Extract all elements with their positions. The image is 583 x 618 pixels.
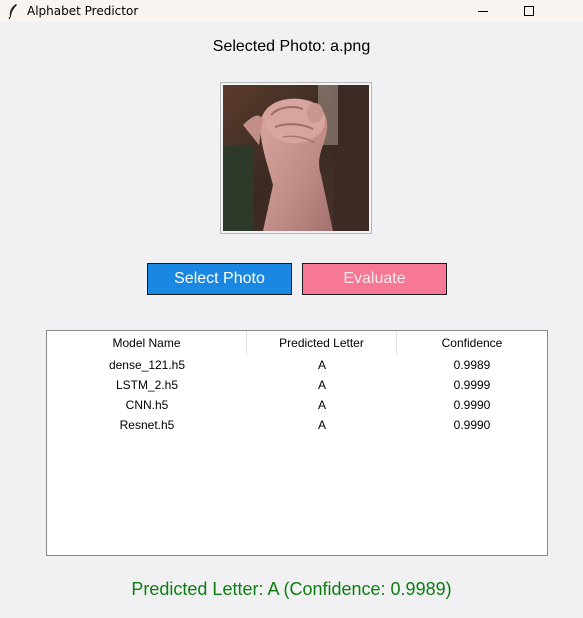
select-photo-button[interactable]: Select Photo (147, 263, 292, 295)
cell-model-name: dense_121.h5 (108, 358, 186, 372)
window-title: Alphabet Predictor (27, 4, 139, 18)
cell-predicted-letter: A (317, 378, 326, 392)
cell-confidence: 0.9989 (453, 358, 491, 372)
maximize-button[interactable] (506, 0, 552, 22)
selected-photo-label: Selected Photo: a.png (212, 38, 371, 55)
cell-predicted-letter: A (317, 358, 326, 372)
minimize-icon (478, 11, 488, 12)
cell-confidence: 0.9990 (453, 418, 491, 432)
cell-predicted-letter: A (317, 418, 326, 432)
minimize-button[interactable] (460, 0, 506, 22)
cell-confidence: 0.9999 (453, 378, 491, 392)
table-row[interactable]: dense_121.h5 A 0.9989 (47, 355, 547, 375)
table-row[interactable]: LSTM_2.h5 A 0.9999 (47, 375, 547, 395)
cell-model-name: CNN.h5 (125, 398, 169, 412)
photo-preview-frame (220, 82, 372, 234)
feather-icon (8, 4, 17, 19)
cell-predicted-letter: A (317, 398, 326, 412)
table-header: Model Name Predicted Letter Confidence (47, 331, 547, 355)
title-bar: Alphabet Predictor (0, 0, 583, 22)
cell-confidence: 0.9990 (453, 398, 491, 412)
maximize-icon (524, 6, 534, 16)
hand-sign-photo (223, 85, 369, 231)
cell-model-name: LSTM_2.h5 (115, 378, 179, 392)
column-header-confidence[interactable]: Confidence (397, 331, 547, 355)
table-row[interactable]: CNN.h5 A 0.9990 (47, 395, 547, 415)
prediction-result-label: Predicted Letter: A (Confidence: 0.9989) (131, 579, 452, 599)
cell-model-name: Resnet.h5 (119, 418, 175, 432)
evaluate-button[interactable]: Evaluate (302, 263, 447, 295)
table-row[interactable]: Resnet.h5 A 0.9990 (47, 415, 547, 435)
results-table: Model Name Predicted Letter Confidence d… (46, 330, 548, 556)
column-header-predicted-letter[interactable]: Predicted Letter (247, 331, 397, 355)
app-window: Alphabet Predictor Selected Photo: a.png (0, 0, 583, 618)
column-header-model-name[interactable]: Model Name (47, 331, 247, 355)
